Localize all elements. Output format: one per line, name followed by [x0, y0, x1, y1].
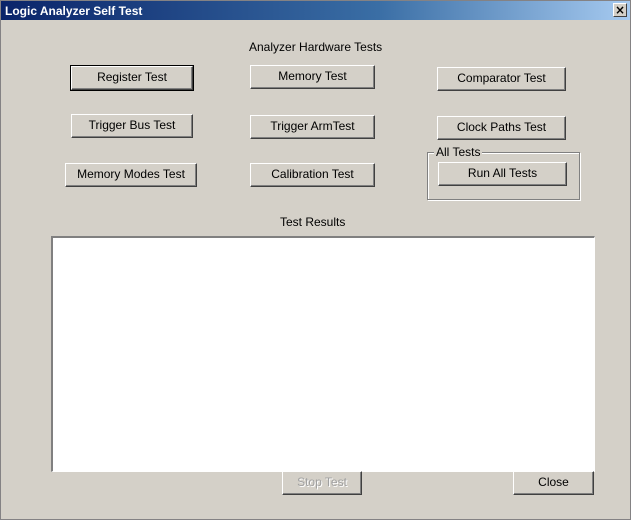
- clock-paths-test-button[interactable]: Clock Paths Test: [437, 116, 566, 140]
- close-button[interactable]: Close: [513, 471, 594, 495]
- all-tests-group: All Tests Run All Tests: [427, 145, 580, 200]
- run-all-tests-button[interactable]: Run All Tests: [438, 162, 567, 186]
- stop-test-button: Stop Test: [282, 471, 362, 495]
- comparator-test-button[interactable]: Comparator Test: [437, 67, 566, 91]
- memory-modes-test-button[interactable]: Memory Modes Test: [65, 163, 197, 187]
- trigger-bus-test-button[interactable]: Trigger Bus Test: [71, 114, 193, 138]
- trigger-arm-test-button[interactable]: Trigger ArmTest: [250, 115, 375, 139]
- test-results-heading: Test Results: [280, 215, 346, 229]
- title-bar[interactable]: Logic Analyzer Self Test ×: [1, 1, 630, 20]
- window-title: Logic Analyzer Self Test: [5, 4, 143, 18]
- dialog-window: Logic Analyzer Self Test × Analyzer Hard…: [0, 0, 631, 520]
- calibration-test-button[interactable]: Calibration Test: [250, 163, 375, 187]
- dialog-body: Analyzer Hardware Tests Register Test Me…: [1, 20, 630, 519]
- all-tests-group-label: All Tests: [434, 145, 483, 159]
- memory-test-button[interactable]: Memory Test: [250, 65, 375, 89]
- close-window-button[interactable]: ×: [613, 3, 627, 17]
- register-test-button[interactable]: Register Test: [70, 65, 194, 91]
- close-icon: ×: [614, 3, 626, 17]
- test-results-box[interactable]: [51, 236, 595, 472]
- hardware-tests-heading: Analyzer Hardware Tests: [249, 40, 383, 54]
